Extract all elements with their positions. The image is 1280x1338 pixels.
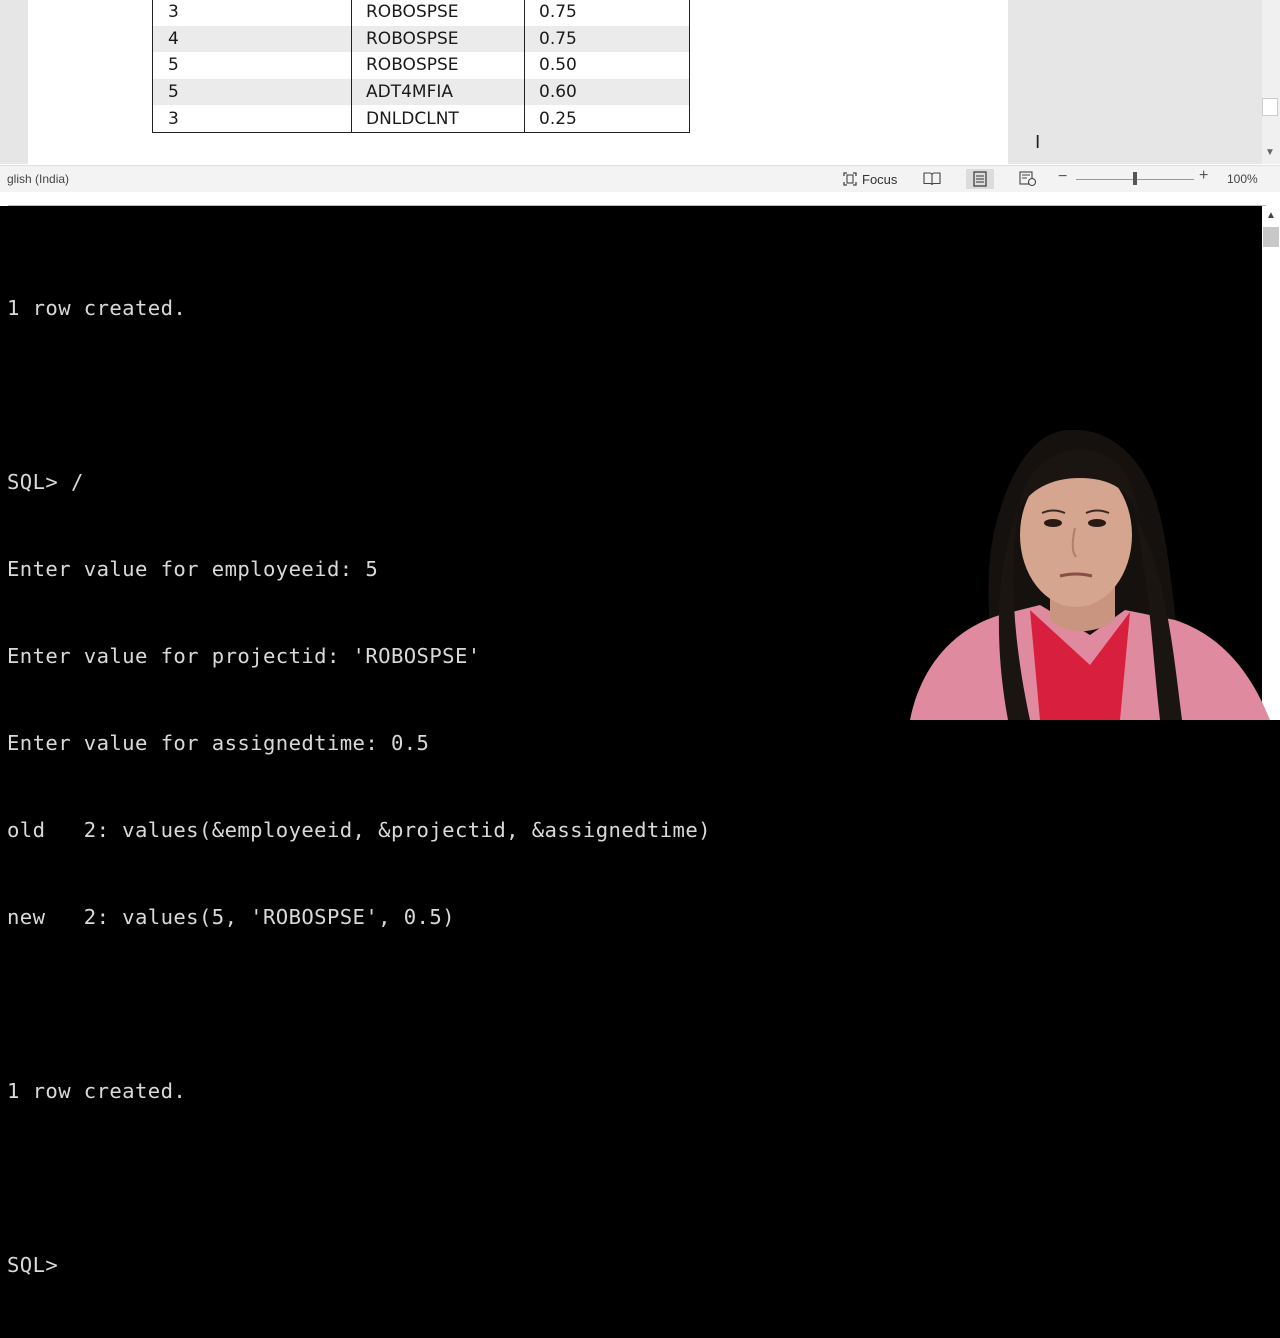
console-line: new 2: values(5, 'ROBOSPSE', 0.5) [7,905,455,929]
console-line: 1 row created. [7,1079,187,1103]
cell-assignedtime: 0.75 [524,0,690,26]
cell-assignedtime: 0.25 [524,105,690,133]
cell-assignedtime: 0.50 [524,52,690,79]
console-title-strip [0,192,1280,206]
console-output: 1 row created. SQL> / Enter value for em… [7,236,711,1338]
zoom-slider-thumb[interactable] [1133,172,1137,185]
read-mode-icon[interactable] [921,169,943,189]
web-layout-icon[interactable] [1017,169,1039,189]
sql-prompt[interactable]: SQL> [7,1251,711,1280]
cell-assignedtime: 0.75 [524,25,690,53]
table-row: 5 ADT4MFIA 0.60 [152,78,690,106]
cell-employeeid: 5 [152,52,352,79]
status-bar: glish (India) Focus − + 100% [0,165,1280,193]
document-page[interactable]: 3 ROBOSPSE 0.75 4 ROBOSPSE 0.75 5 ROBOSP… [28,0,1008,164]
table-row: 3 DNLDCLNT 0.25 [152,105,690,133]
document-canvas: 3 ROBOSPSE 0.75 4 ROBOSPSE 0.75 5 ROBOSP… [0,0,1262,164]
document-scroll-thumb[interactable] [1262,98,1278,116]
data-table: 3 ROBOSPSE 0.75 4 ROBOSPSE 0.75 5 ROBOSP… [152,0,690,133]
zoom-level[interactable]: 100% [1227,172,1258,186]
console-line: Enter value for projectid: 'ROBOSPSE' [7,644,481,668]
table-row: 5 ROBOSPSE 0.50 [152,52,690,79]
console-line: 1 row created. [7,296,187,320]
cell-employeeid: 3 [152,105,352,133]
zoom-in-button[interactable]: + [1199,167,1208,185]
presenter-webcam [890,420,1280,720]
console-line: old 2: values(&employeeid, &projectid, &… [7,818,711,842]
zoom-out-button[interactable]: − [1058,168,1067,186]
focus-label: Focus [862,171,898,187]
cell-assignedtime: 0.60 [524,78,690,106]
cell-projectid: ROBOSPSE [351,25,525,53]
language-indicator[interactable]: glish (India) [7,172,69,186]
word-document-window: 3 ROBOSPSE 0.75 4 ROBOSPSE 0.75 5 ROBOSP… [0,0,1280,193]
cell-projectid: ROBOSPSE [351,0,525,26]
console-line: SQL> / [7,470,84,494]
presenter-image [910,429,1270,720]
scroll-down-arrow-icon[interactable]: ▼ [1263,146,1277,160]
text-cursor-icon: I [1035,132,1041,153]
print-layout-icon[interactable] [966,169,994,189]
cell-employeeid: 5 [152,78,352,106]
console-line: Enter value for employeeid: 5 [7,557,379,581]
cell-employeeid: 3 [152,0,352,26]
cell-projectid: ADT4MFIA [351,78,525,106]
document-vertical-scrollbar[interactable] [1262,0,1280,164]
console-line: Enter value for assignedtime: 0.5 [7,731,430,755]
cell-projectid: DNLDCLNT [351,105,525,133]
cell-employeeid: 4 [152,25,352,53]
focus-icon [843,172,857,186]
focus-mode-button[interactable]: Focus [842,169,897,189]
cell-projectid: ROBOSPSE [351,52,525,79]
scroll-up-arrow-icon[interactable]: ▲ [1262,210,1280,221]
console-scroll-thumb[interactable] [1263,227,1279,247]
table-row: 4 ROBOSPSE 0.75 [152,25,690,53]
table-row: 3 ROBOSPSE 0.75 [152,0,690,26]
